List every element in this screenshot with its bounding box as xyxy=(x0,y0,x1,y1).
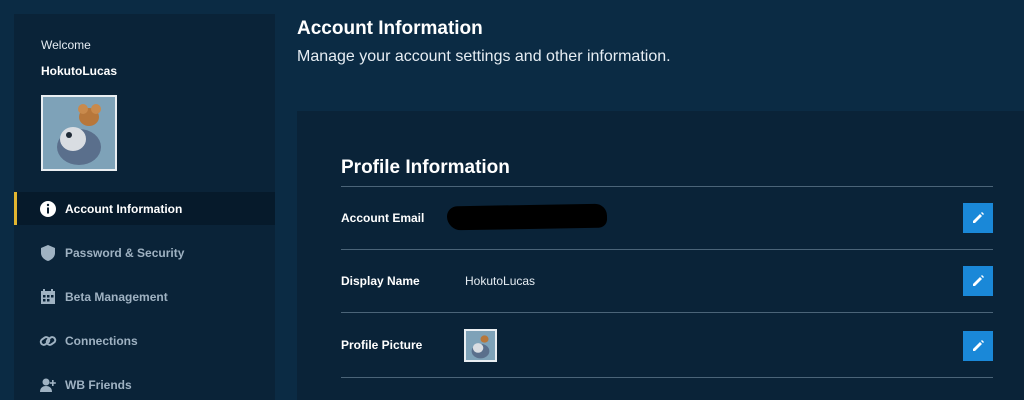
shield-icon xyxy=(39,244,57,262)
add-user-icon xyxy=(39,376,57,394)
profile-panel: Profile Information Account Email Displa… xyxy=(297,111,1024,400)
welcome-text: Welcome xyxy=(41,38,91,52)
edit-email-button[interactable] xyxy=(963,203,993,233)
avatar[interactable] xyxy=(41,95,117,171)
username: HokutoLucas xyxy=(41,64,118,78)
sidebar-item-label: Account Information xyxy=(65,201,183,216)
link-icon xyxy=(39,332,57,350)
pencil-icon xyxy=(973,340,984,351)
row-label-account-email: Account Email xyxy=(341,211,425,225)
profile-picture-image xyxy=(466,331,495,360)
sidebar-item-label: Password & Security xyxy=(65,245,185,260)
edit-profile-picture-button[interactable] xyxy=(963,331,993,361)
redacted-email xyxy=(446,203,608,231)
row-label-display-name: Display Name xyxy=(341,274,420,288)
divider xyxy=(341,377,993,378)
sidebar-item-label: WB Friends xyxy=(65,377,132,392)
sidebar-item-label: Beta Management xyxy=(65,289,168,304)
info-icon xyxy=(39,200,57,218)
sidebar-item-label: Connections xyxy=(65,333,138,348)
sidebar-item-connections[interactable]: Connections xyxy=(14,324,275,357)
edit-display-name-button[interactable] xyxy=(963,266,993,296)
pencil-icon xyxy=(973,275,984,286)
page-subtitle: Manage your account settings and other i… xyxy=(297,48,671,65)
display-name-value: HokutoLucas xyxy=(465,274,536,288)
sidebar-item-wb-friends[interactable]: WB Friends xyxy=(14,368,275,400)
profile-picture-thumbnail xyxy=(464,329,497,362)
divider xyxy=(341,312,993,313)
sidebar-item-beta-management[interactable]: Beta Management xyxy=(14,280,275,313)
row-label-profile-picture: Profile Picture xyxy=(341,338,423,352)
divider xyxy=(341,249,993,250)
sidebar: Welcome HokutoLucas Account Information … xyxy=(14,14,275,400)
pencil-icon xyxy=(973,212,984,223)
page-title: Account Information xyxy=(297,18,483,39)
sidebar-item-account-information[interactable]: Account Information xyxy=(14,192,275,225)
sidebar-item-password-security[interactable]: Password & Security xyxy=(14,236,275,269)
avatar-image xyxy=(43,97,115,169)
calendar-icon xyxy=(39,288,57,306)
divider xyxy=(341,186,993,187)
section-title: Profile Information xyxy=(341,157,510,178)
